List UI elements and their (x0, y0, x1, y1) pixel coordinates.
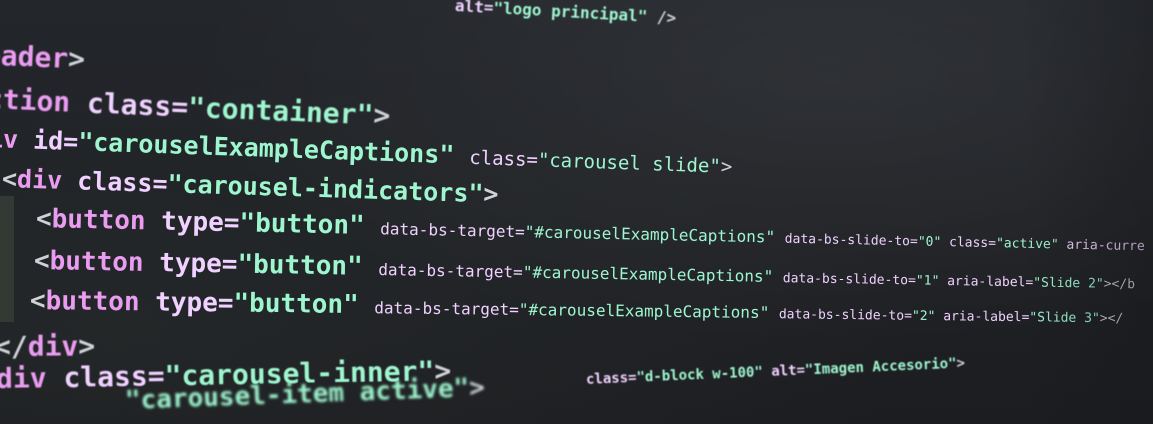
tag-name: eader (0, 38, 69, 75)
tag-close: > (372, 98, 391, 132)
value-slide-to: "1" (915, 273, 940, 289)
attr-id: id= (32, 125, 79, 157)
attr-extra: aria-label= (943, 309, 1030, 326)
value-class: "d-block w-100" (636, 364, 764, 386)
tag-close: > (78, 329, 96, 363)
tag-open: < (33, 246, 50, 277)
tag-name: div (27, 329, 79, 363)
tag-open: </ (0, 329, 28, 363)
attr-type: type= (158, 248, 238, 280)
tag-name: div (16, 164, 63, 195)
tag-close: > (67, 41, 86, 76)
attr-slide-to: data-bs-slide-to= (778, 307, 913, 324)
code-line-img: class="d-block w-100" alt="Imagen Acceso… (586, 355, 966, 388)
attr-class: class= (585, 369, 637, 388)
value-type: "button" (233, 288, 359, 321)
value-extra: "Slide 2" (1033, 275, 1104, 292)
attr-class: class= (76, 166, 168, 199)
code-line-button-2: <button type="button" data-bs-target="#c… (30, 286, 1124, 329)
value-class: "carousel-indicators" (167, 169, 484, 209)
tag-close: > (720, 155, 733, 178)
tag-close: > (468, 372, 486, 404)
code-line-header-close: eader> (0, 38, 86, 76)
code-line-img-alt: alt="logo principal" /> (454, 0, 676, 27)
code-line-indicators-div: <div class="carousel-indicators"> (2, 164, 499, 209)
value-type: "button" (239, 208, 365, 241)
line-highlight-gutter (0, 196, 14, 322)
value-class: "carousel slide" (537, 149, 722, 178)
screen-vignette (1023, 0, 1153, 424)
value-extra: "Slide 3" (1029, 310, 1100, 327)
code-line-div-close: </div> (0, 329, 95, 363)
attr-target: data-bs-target= (378, 260, 523, 282)
tag-open: < (29, 286, 46, 317)
attr-target: data-bs-target= (374, 298, 519, 319)
attr-slide-to: data-bs-slide-to= (784, 231, 918, 250)
tag-name: button (45, 286, 140, 318)
value-target: "#carouselExampleCaptions" (522, 262, 774, 286)
value-alt: "logo principal" (492, 0, 648, 26)
value-id: "carouselExampleCaptions" (77, 127, 455, 170)
attr-alt: alt= (770, 362, 806, 380)
code-line-section: ction class="container"> (0, 82, 391, 132)
tag-open: < (1, 164, 18, 194)
attr-class: class= (86, 86, 189, 124)
code-tail: ></ (1099, 311, 1124, 327)
tag-name: ction (0, 82, 71, 119)
tag-name: iv (0, 124, 19, 155)
code-tail: ></b (1103, 276, 1136, 293)
tag-name: button (51, 204, 146, 237)
attr-extra: aria-label= (947, 273, 1034, 291)
attr-type: type= (160, 206, 240, 239)
tag-close: > (956, 355, 966, 372)
value-slide-to: "0" (917, 234, 942, 250)
attr-class: class= (468, 146, 539, 172)
value-target: "#carouselExampleCaptions" (524, 222, 776, 247)
value-target: "#carouselExampleCaptions" (518, 299, 770, 323)
attr-slide-to: data-bs-slide-to= (782, 271, 916, 289)
tag-close: /> (646, 6, 677, 28)
code-tail: aria-curre (1058, 237, 1145, 255)
value-extra: "active" (995, 236, 1059, 253)
value-alt: "Imagen Accesorio" (804, 355, 957, 379)
tag-name: div (0, 361, 47, 395)
attr-target: data-bs-target= (380, 219, 525, 242)
tag-name: button (49, 246, 144, 278)
value-type: "button" (237, 249, 363, 282)
attr-alt: alt= (454, 0, 495, 18)
attr-type: type= (155, 287, 234, 319)
value-class: "container" (187, 90, 375, 132)
tag-close: > (482, 179, 499, 209)
value-slide-to: "2" (911, 308, 936, 325)
attr-extra: class= (948, 235, 997, 252)
code-editor-photo: alt="logo principal" /> eader> ction cla… (0, 0, 1153, 424)
tag-open: < (35, 204, 52, 235)
